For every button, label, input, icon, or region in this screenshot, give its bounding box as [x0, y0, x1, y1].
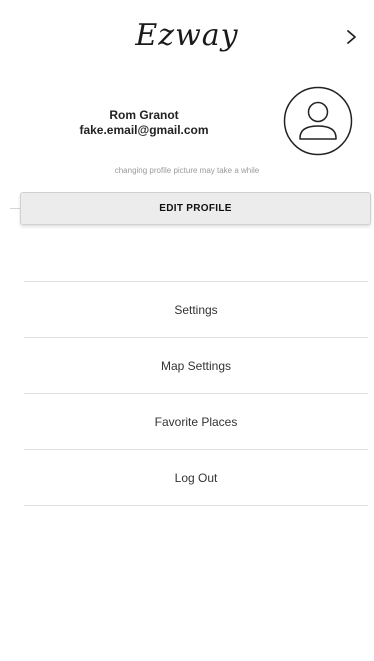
- menu-item-settings[interactable]: Settings: [24, 282, 368, 338]
- user-email: fake.email@gmail.com: [79, 123, 209, 137]
- app-title: Ezway: [135, 18, 239, 53]
- menu-item-favorite-places[interactable]: Favorite Places: [24, 394, 368, 450]
- user-avatar-icon: [283, 86, 353, 156]
- chevron-right-icon: [347, 30, 356, 44]
- profile-picture[interactable]: [283, 86, 353, 156]
- user-name: Rom Granot: [109, 108, 179, 122]
- forward-button[interactable]: [340, 26, 362, 48]
- menu-item-log-out[interactable]: Log Out: [24, 450, 368, 506]
- menu-item-map-settings[interactable]: Map Settings: [24, 338, 368, 394]
- profile-picture-hint: changing profile picture may take a whil…: [114, 166, 260, 175]
- edit-profile-button[interactable]: EDIT PROFILE: [20, 192, 371, 225]
- profile-menu: Settings Map Settings Favorite Places Lo…: [24, 281, 368, 506]
- divider: [10, 208, 20, 209]
